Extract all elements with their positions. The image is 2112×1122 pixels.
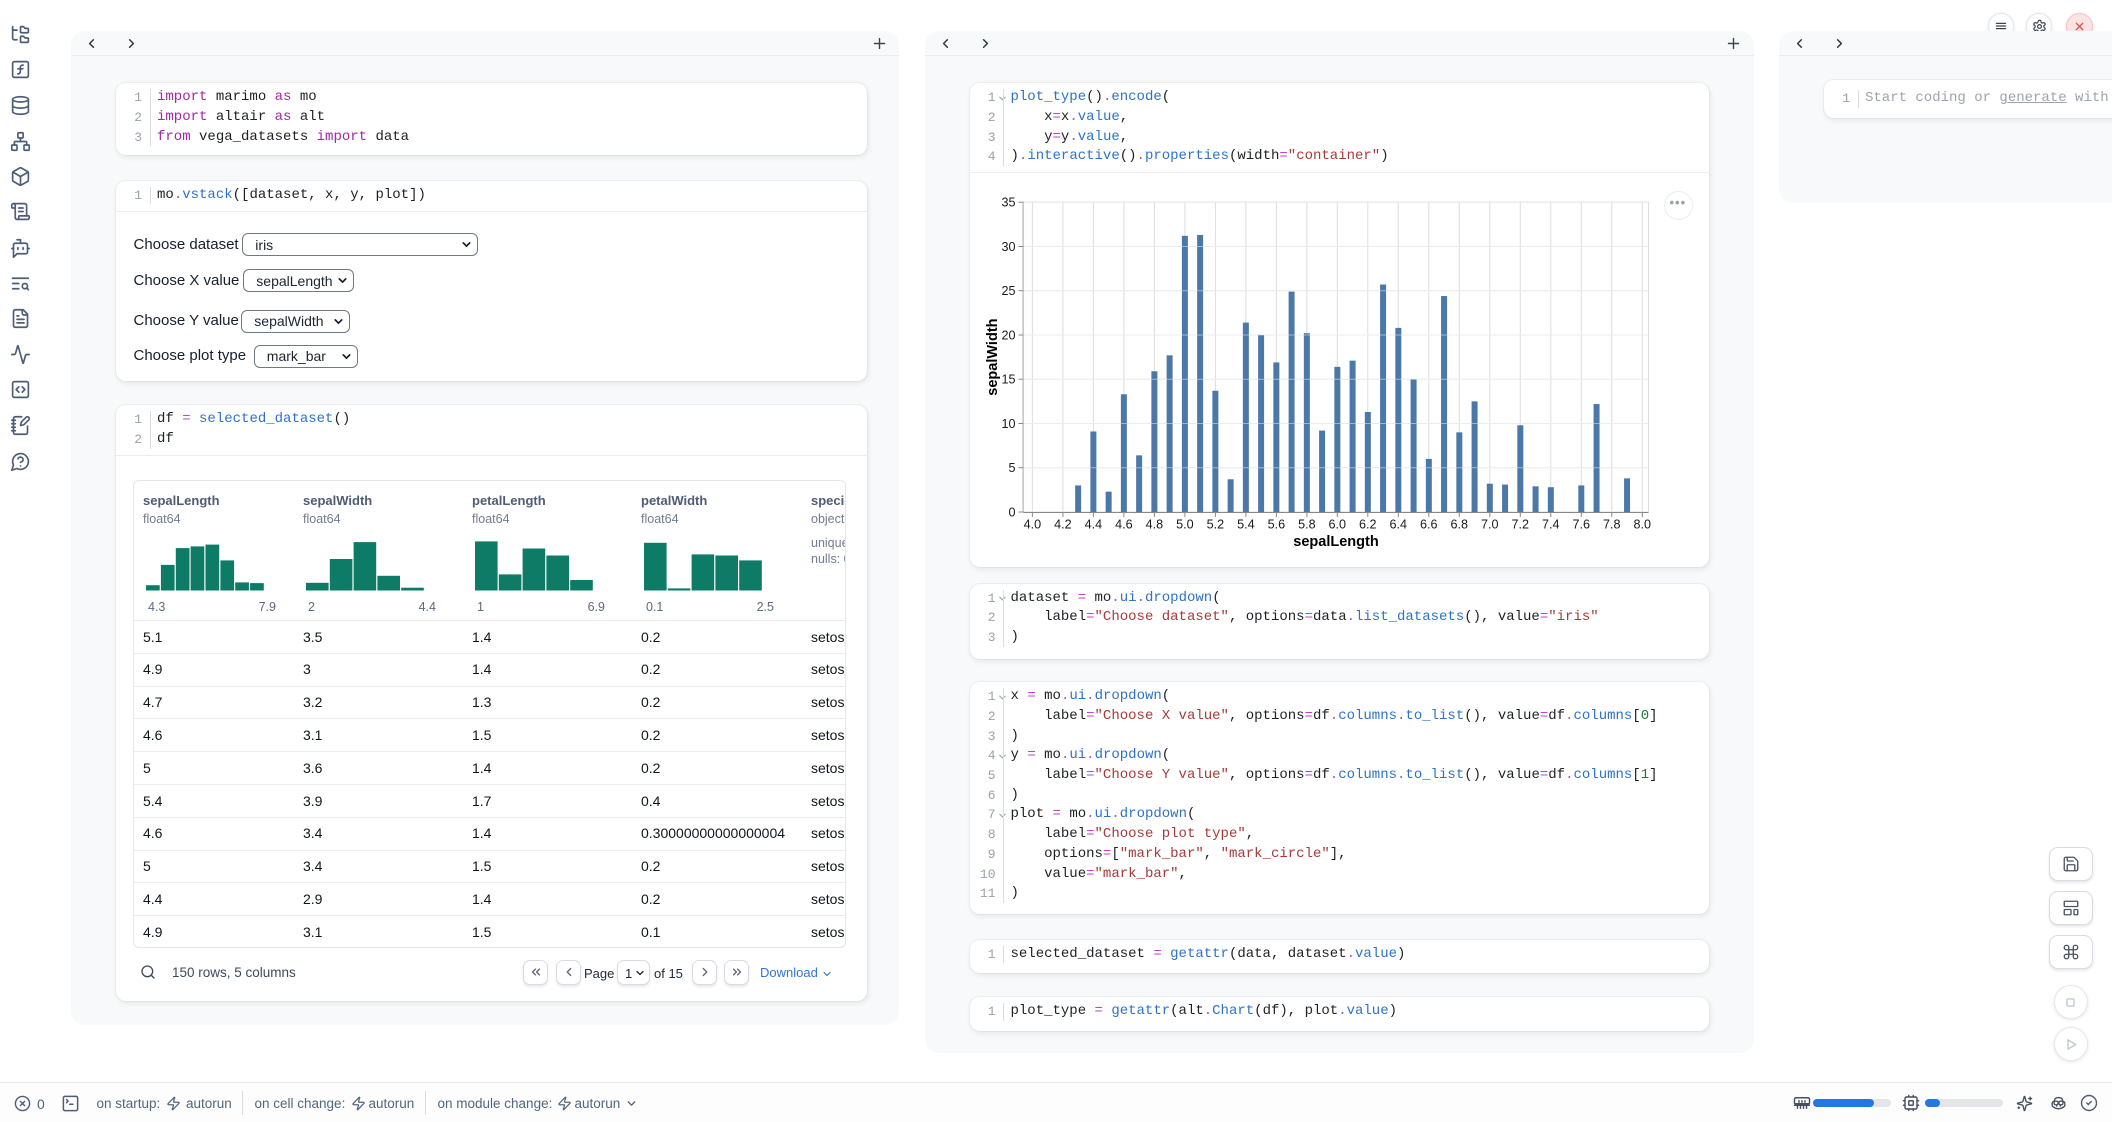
svg-text:35: 35	[1001, 196, 1015, 210]
svg-text:5.6: 5.6	[1267, 518, 1285, 532]
svg-text:4.8: 4.8	[1145, 518, 1163, 532]
svg-text:7.4: 7.4	[1542, 518, 1560, 532]
svg-text:6.0: 6.0	[1328, 518, 1346, 532]
svg-text:7.2: 7.2	[1511, 518, 1529, 532]
svg-text:6.8: 6.8	[1450, 518, 1468, 532]
svg-text:7.6: 7.6	[1572, 518, 1590, 532]
svg-text:7.0: 7.0	[1481, 518, 1499, 532]
svg-text:25: 25	[1001, 284, 1015, 298]
svg-text:5.8: 5.8	[1298, 518, 1316, 532]
svg-text:4.2: 4.2	[1054, 518, 1072, 532]
svg-text:sepalWidth: sepalWidth	[985, 318, 1001, 395]
svg-text:30: 30	[1001, 240, 1015, 254]
svg-text:6.6: 6.6	[1420, 518, 1438, 532]
svg-text:6.4: 6.4	[1389, 518, 1407, 532]
svg-text:0: 0	[1008, 505, 1015, 519]
svg-text:4.6: 4.6	[1115, 518, 1133, 532]
svg-text:5: 5	[1008, 461, 1015, 475]
svg-text:15: 15	[1001, 373, 1015, 387]
svg-text:4.4: 4.4	[1084, 518, 1102, 532]
svg-text:8.0: 8.0	[1633, 518, 1651, 532]
svg-text:7.8: 7.8	[1603, 518, 1621, 532]
svg-text:5.4: 5.4	[1237, 518, 1255, 532]
svg-text:10: 10	[1001, 417, 1015, 431]
svg-text:5.0: 5.0	[1176, 518, 1194, 532]
svg-text:sepalLength: sepalLength	[1293, 534, 1378, 550]
svg-text:20: 20	[1001, 328, 1015, 342]
svg-text:6.2: 6.2	[1359, 518, 1377, 532]
svg-text:5.2: 5.2	[1206, 518, 1224, 532]
svg-text:4.0: 4.0	[1023, 518, 1041, 532]
